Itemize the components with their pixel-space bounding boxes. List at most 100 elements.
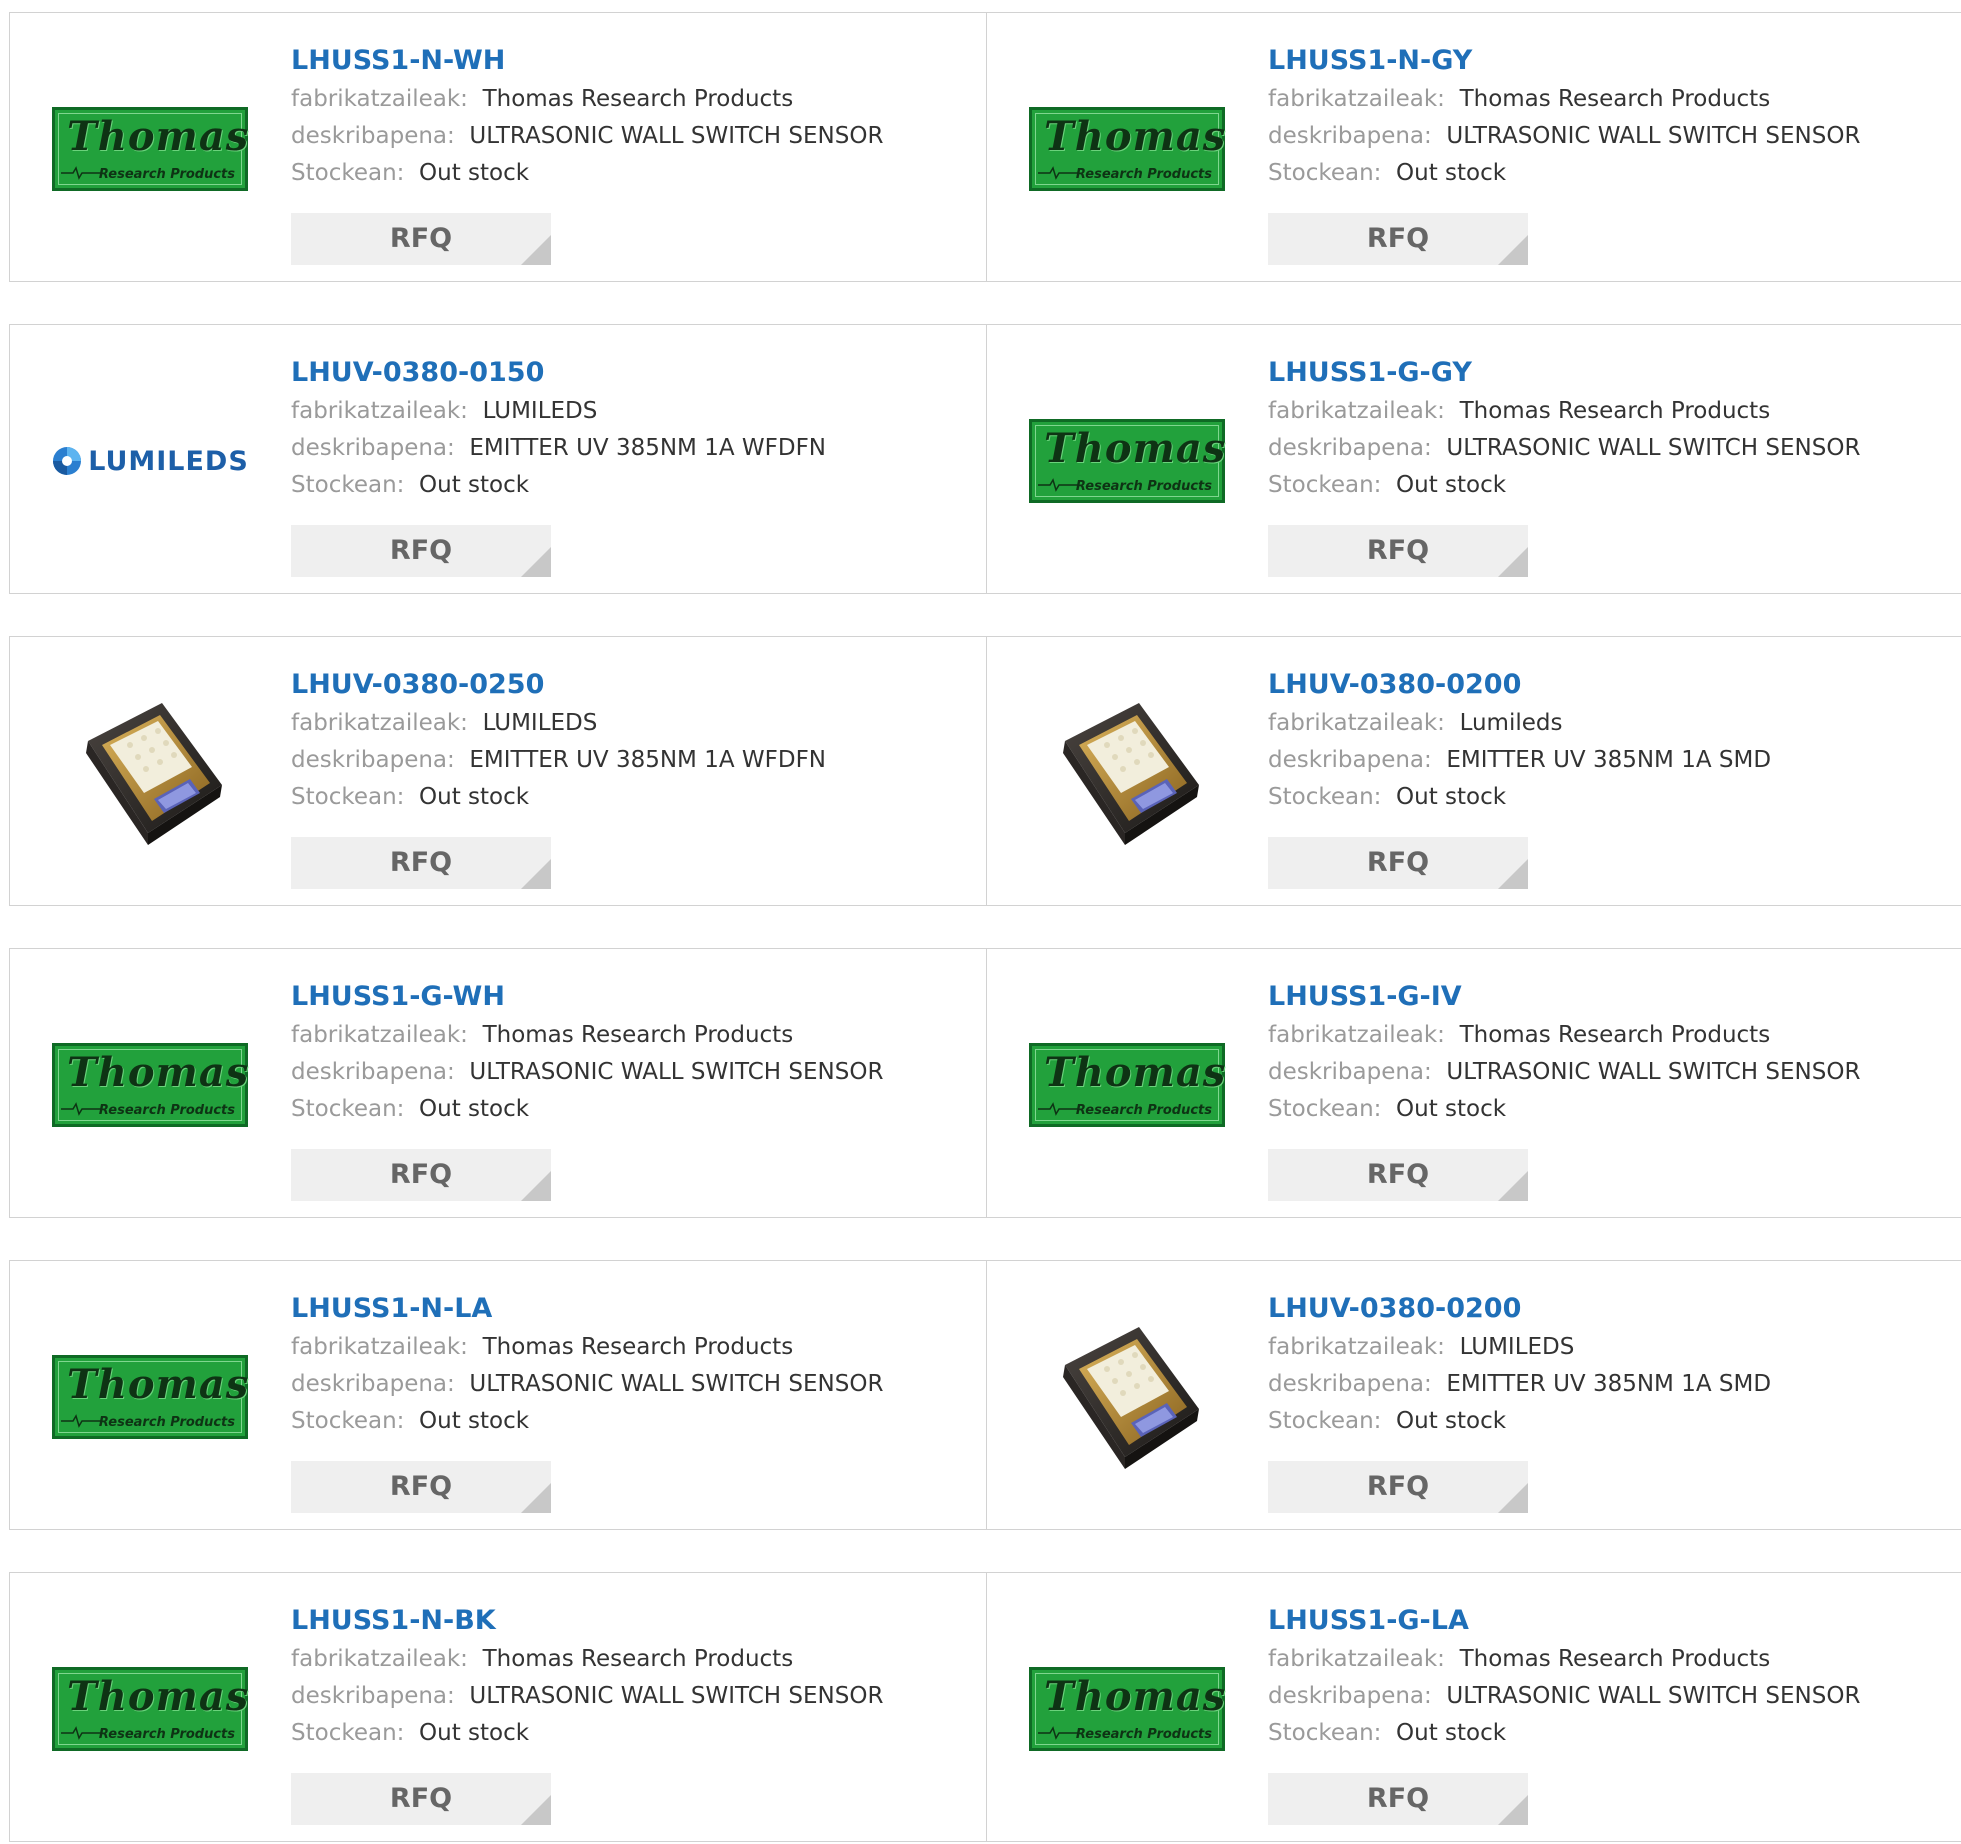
part-number-link[interactable]: LHUSS1-N-BK: [291, 1601, 883, 1641]
corner-triangle-icon: [521, 547, 551, 577]
manufacturer-line: fabrikatzaileak: LUMILEDS: [291, 393, 826, 430]
logo-brand-name: Thomas: [1044, 1673, 1227, 1720]
part-number-link[interactable]: LHUV-0380-0150: [291, 353, 826, 393]
logo-brand-name: Thomas: [67, 1673, 250, 1720]
part-number-link[interactable]: LHUSS1-G-IV: [1268, 977, 1860, 1017]
logo-brand-name: Thomas: [67, 1049, 250, 1096]
stock-label: Stockean:: [291, 1408, 405, 1434]
manufacturer-line: fabrikatzaileak: LUMILEDS: [291, 705, 826, 742]
product-card: Thomas Research Products LHUSS1-G-LA fab…: [986, 1572, 1961, 1842]
rfq-button[interactable]: RFQ: [291, 213, 551, 265]
stock-value: Out stock: [1396, 472, 1507, 498]
product-image: Thomas Research Products: [1027, 39, 1227, 259]
stock-value: Out stock: [419, 1096, 530, 1122]
part-number-link[interactable]: LHUV-0380-0200: [1268, 665, 1771, 705]
part-number-link[interactable]: LHUSS1-N-GY: [1268, 41, 1860, 81]
stock-label: Stockean:: [1268, 1720, 1382, 1746]
rfq-label: RFQ: [389, 1783, 453, 1814]
manufacturer-label: fabrikatzaileak:: [1268, 1022, 1445, 1048]
product-card: Thomas Research Products LHUSS1-N-BK fab…: [9, 1572, 987, 1842]
logo-brand-name: Thomas: [67, 1361, 250, 1408]
corner-triangle-icon: [1498, 547, 1528, 577]
manufacturer-value: Thomas Research Products: [482, 1334, 794, 1360]
thomas-research-products-logo: Thomas Research Products: [52, 1043, 248, 1127]
stock-line: Stockean: Out stock: [1268, 779, 1771, 816]
part-number-link[interactable]: LHUV-0380-0250: [291, 665, 826, 705]
rfq-button[interactable]: RFQ: [1268, 1773, 1528, 1825]
manufacturer-value: Thomas Research Products: [1459, 86, 1771, 112]
product-row: Thomas Research Products LHUSS1-N-WH fab…: [9, 12, 1961, 284]
part-number-link[interactable]: LHUSS1-N-WH: [291, 41, 883, 81]
rfq-button[interactable]: RFQ: [1268, 1149, 1528, 1201]
logo-brand-subtitle: Research Products: [1075, 1103, 1212, 1118]
description-label: deskribapena:: [291, 1683, 455, 1709]
rfq-button[interactable]: RFQ: [291, 525, 551, 577]
led-chip-photo: [86, 703, 222, 845]
rfq-label: RFQ: [389, 535, 453, 566]
product-info: LHUSS1-N-LA fabrikatzaileak: Thomas Rese…: [291, 1289, 883, 1440]
stock-label: Stockean:: [291, 472, 405, 498]
rfq-button[interactable]: RFQ: [1268, 837, 1528, 889]
product-image: [50, 663, 250, 883]
rfq-button[interactable]: RFQ: [291, 1773, 551, 1825]
manufacturer-value: Thomas Research Products: [1459, 1646, 1771, 1672]
manufacturer-line: fabrikatzaileak: Thomas Research Product…: [1268, 1641, 1860, 1678]
logo-brand-subtitle: Research Products: [1075, 1727, 1212, 1742]
product-row: LUMILEDS LHUV-0380-0150 fabrikatzaileak:…: [9, 324, 1961, 596]
rfq-button[interactable]: RFQ: [291, 1149, 551, 1201]
product-card: LHUV-0380-0200 fabrikatzaileak: LUMILEDS…: [986, 1260, 1961, 1530]
rfq-button[interactable]: RFQ: [1268, 1461, 1528, 1513]
description-label: deskribapena:: [1268, 435, 1432, 461]
corner-triangle-icon: [521, 1483, 551, 1513]
logo-brand-subtitle: Research Products: [1075, 167, 1212, 182]
rfq-label: RFQ: [1366, 535, 1430, 566]
description-value: ULTRASONIC WALL SWITCH SENSOR: [1446, 1683, 1861, 1709]
rfq-button[interactable]: RFQ: [1268, 525, 1528, 577]
manufacturer-line: fabrikatzaileak: Thomas Research Product…: [1268, 81, 1860, 118]
corner-triangle-icon: [1498, 235, 1528, 265]
description-label: deskribapena:: [291, 1059, 455, 1085]
logo-brand-subtitle: Research Products: [98, 167, 235, 182]
corner-triangle-icon: [521, 859, 551, 889]
description-line: deskribapena: ULTRASONIC WALL SWITCH SEN…: [291, 118, 883, 155]
product-info: LHUV-0380-0150 fabrikatzaileak: LUMILEDS…: [291, 353, 826, 504]
manufacturer-label: fabrikatzaileak:: [1268, 1334, 1445, 1360]
stock-value: Out stock: [419, 472, 530, 498]
part-number-link[interactable]: LHUSS1-G-LA: [1268, 1601, 1860, 1641]
corner-triangle-icon: [1498, 859, 1528, 889]
manufacturer-value: Thomas Research Products: [482, 86, 794, 112]
description-value: EMITTER UV 385NM 1A SMD: [1446, 747, 1772, 773]
description-label: deskribapena:: [1268, 1059, 1432, 1085]
logo-brand-subtitle: Research Products: [1075, 479, 1212, 494]
logo-brand-name: Thomas: [67, 113, 250, 160]
manufacturer-label: fabrikatzaileak:: [291, 86, 468, 112]
product-info: LHUSS1-G-GY fabrikatzaileak: Thomas Rese…: [1268, 353, 1860, 504]
part-number-link[interactable]: LHUV-0380-0200: [1268, 1289, 1771, 1329]
part-number-link[interactable]: LHUSS1-N-LA: [291, 1289, 883, 1329]
manufacturer-label: fabrikatzaileak:: [291, 1646, 468, 1672]
corner-triangle-icon: [521, 1795, 551, 1825]
corner-triangle-icon: [1498, 1483, 1528, 1513]
description-line: deskribapena: ULTRASONIC WALL SWITCH SEN…: [1268, 118, 1860, 155]
description-value: EMITTER UV 385NM 1A WFDFN: [469, 435, 827, 461]
logo-brand-subtitle: Research Products: [98, 1727, 235, 1742]
stock-label: Stockean:: [291, 1096, 405, 1122]
part-number-link[interactable]: LHUSS1-G-GY: [1268, 353, 1860, 393]
rfq-button[interactable]: RFQ: [291, 1461, 551, 1513]
rfq-button[interactable]: RFQ: [291, 837, 551, 889]
rfq-button[interactable]: RFQ: [1268, 213, 1528, 265]
manufacturer-label: fabrikatzaileak:: [291, 398, 468, 424]
stock-label: Stockean:: [1268, 160, 1382, 186]
product-card: LHUV-0380-0200 fabrikatzaileak: Lumileds…: [986, 636, 1961, 906]
thomas-research-products-logo: Thomas Research Products: [1029, 1043, 1225, 1127]
stock-value: Out stock: [419, 1408, 530, 1434]
part-number-link[interactable]: LHUSS1-G-WH: [291, 977, 883, 1017]
stock-value: Out stock: [419, 784, 530, 810]
product-image: [1027, 663, 1227, 883]
description-line: deskribapena: ULTRASONIC WALL SWITCH SEN…: [1268, 1054, 1860, 1091]
corner-triangle-icon: [1498, 1171, 1528, 1201]
stock-label: Stockean:: [291, 1720, 405, 1746]
manufacturer-label: fabrikatzaileak:: [291, 1022, 468, 1048]
description-line: deskribapena: EMITTER UV 385NM 1A WFDFN: [291, 430, 826, 467]
description-value: ULTRASONIC WALL SWITCH SENSOR: [469, 1371, 884, 1397]
